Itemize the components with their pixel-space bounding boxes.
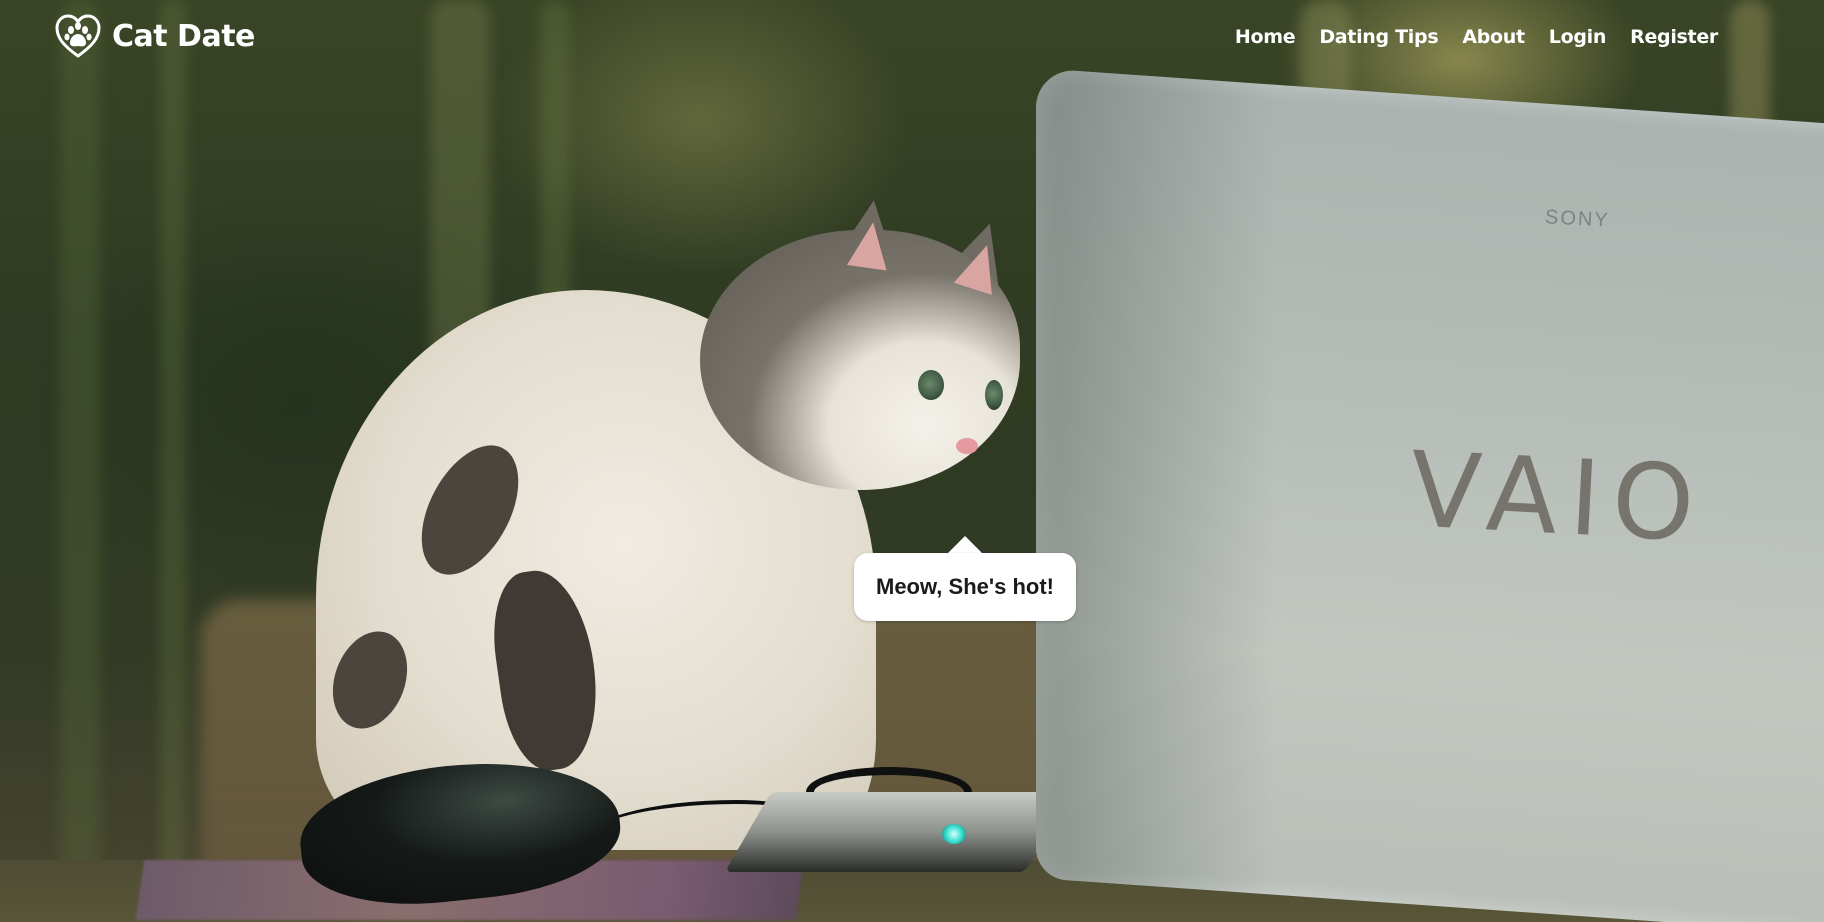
laptop-brand-small: SONY: [1544, 206, 1611, 232]
speech-bubble-pointer: [948, 536, 982, 553]
nav-login-link[interactable]: Login: [1537, 24, 1618, 50]
laptop-base: [724, 792, 1072, 872]
laptop-brand-large: VAIO: [1407, 428, 1710, 566]
nav-home-link[interactable]: Home: [1223, 24, 1307, 50]
nav-menu: Home Dating Tips About Login Register: [1223, 24, 1730, 50]
navbar: Cat Date Home Dating Tips About Login Re…: [0, 0, 1824, 74]
nav-register-link[interactable]: Register: [1618, 24, 1730, 50]
cat-eye: [918, 370, 944, 400]
cat-nose: [956, 438, 978, 454]
laptop-power-light: [942, 824, 966, 844]
nav-dating-tips-link[interactable]: Dating Tips: [1307, 24, 1450, 50]
cat-inner-ear: [846, 219, 894, 271]
nav-about-link[interactable]: About: [1450, 24, 1536, 50]
brand-logo-link[interactable]: Cat Date: [54, 12, 255, 60]
cat-eye: [985, 380, 1003, 410]
brand-name: Cat Date: [112, 18, 255, 54]
page: SONY VAIO Cat Date Home Dating Tips Abou…: [0, 0, 1824, 922]
speech-bubble: Meow, She's hot!: [854, 553, 1076, 621]
speech-bubble-text: Meow, She's hot!: [876, 574, 1054, 599]
heart-paw-icon: [55, 14, 101, 58]
